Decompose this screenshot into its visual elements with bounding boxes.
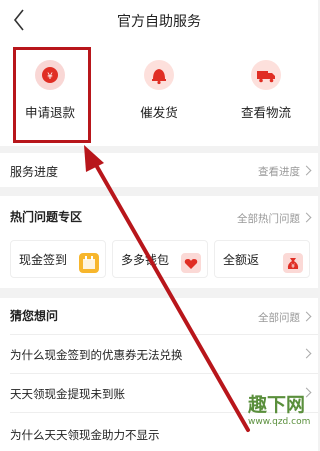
watermark-url: www.qzd.com [248,417,311,427]
watermark: 趣下网 www.qzd.com [248,390,310,427]
watermark-text: 趣下网 [248,394,306,416]
annotation-arrow [84,145,250,432]
